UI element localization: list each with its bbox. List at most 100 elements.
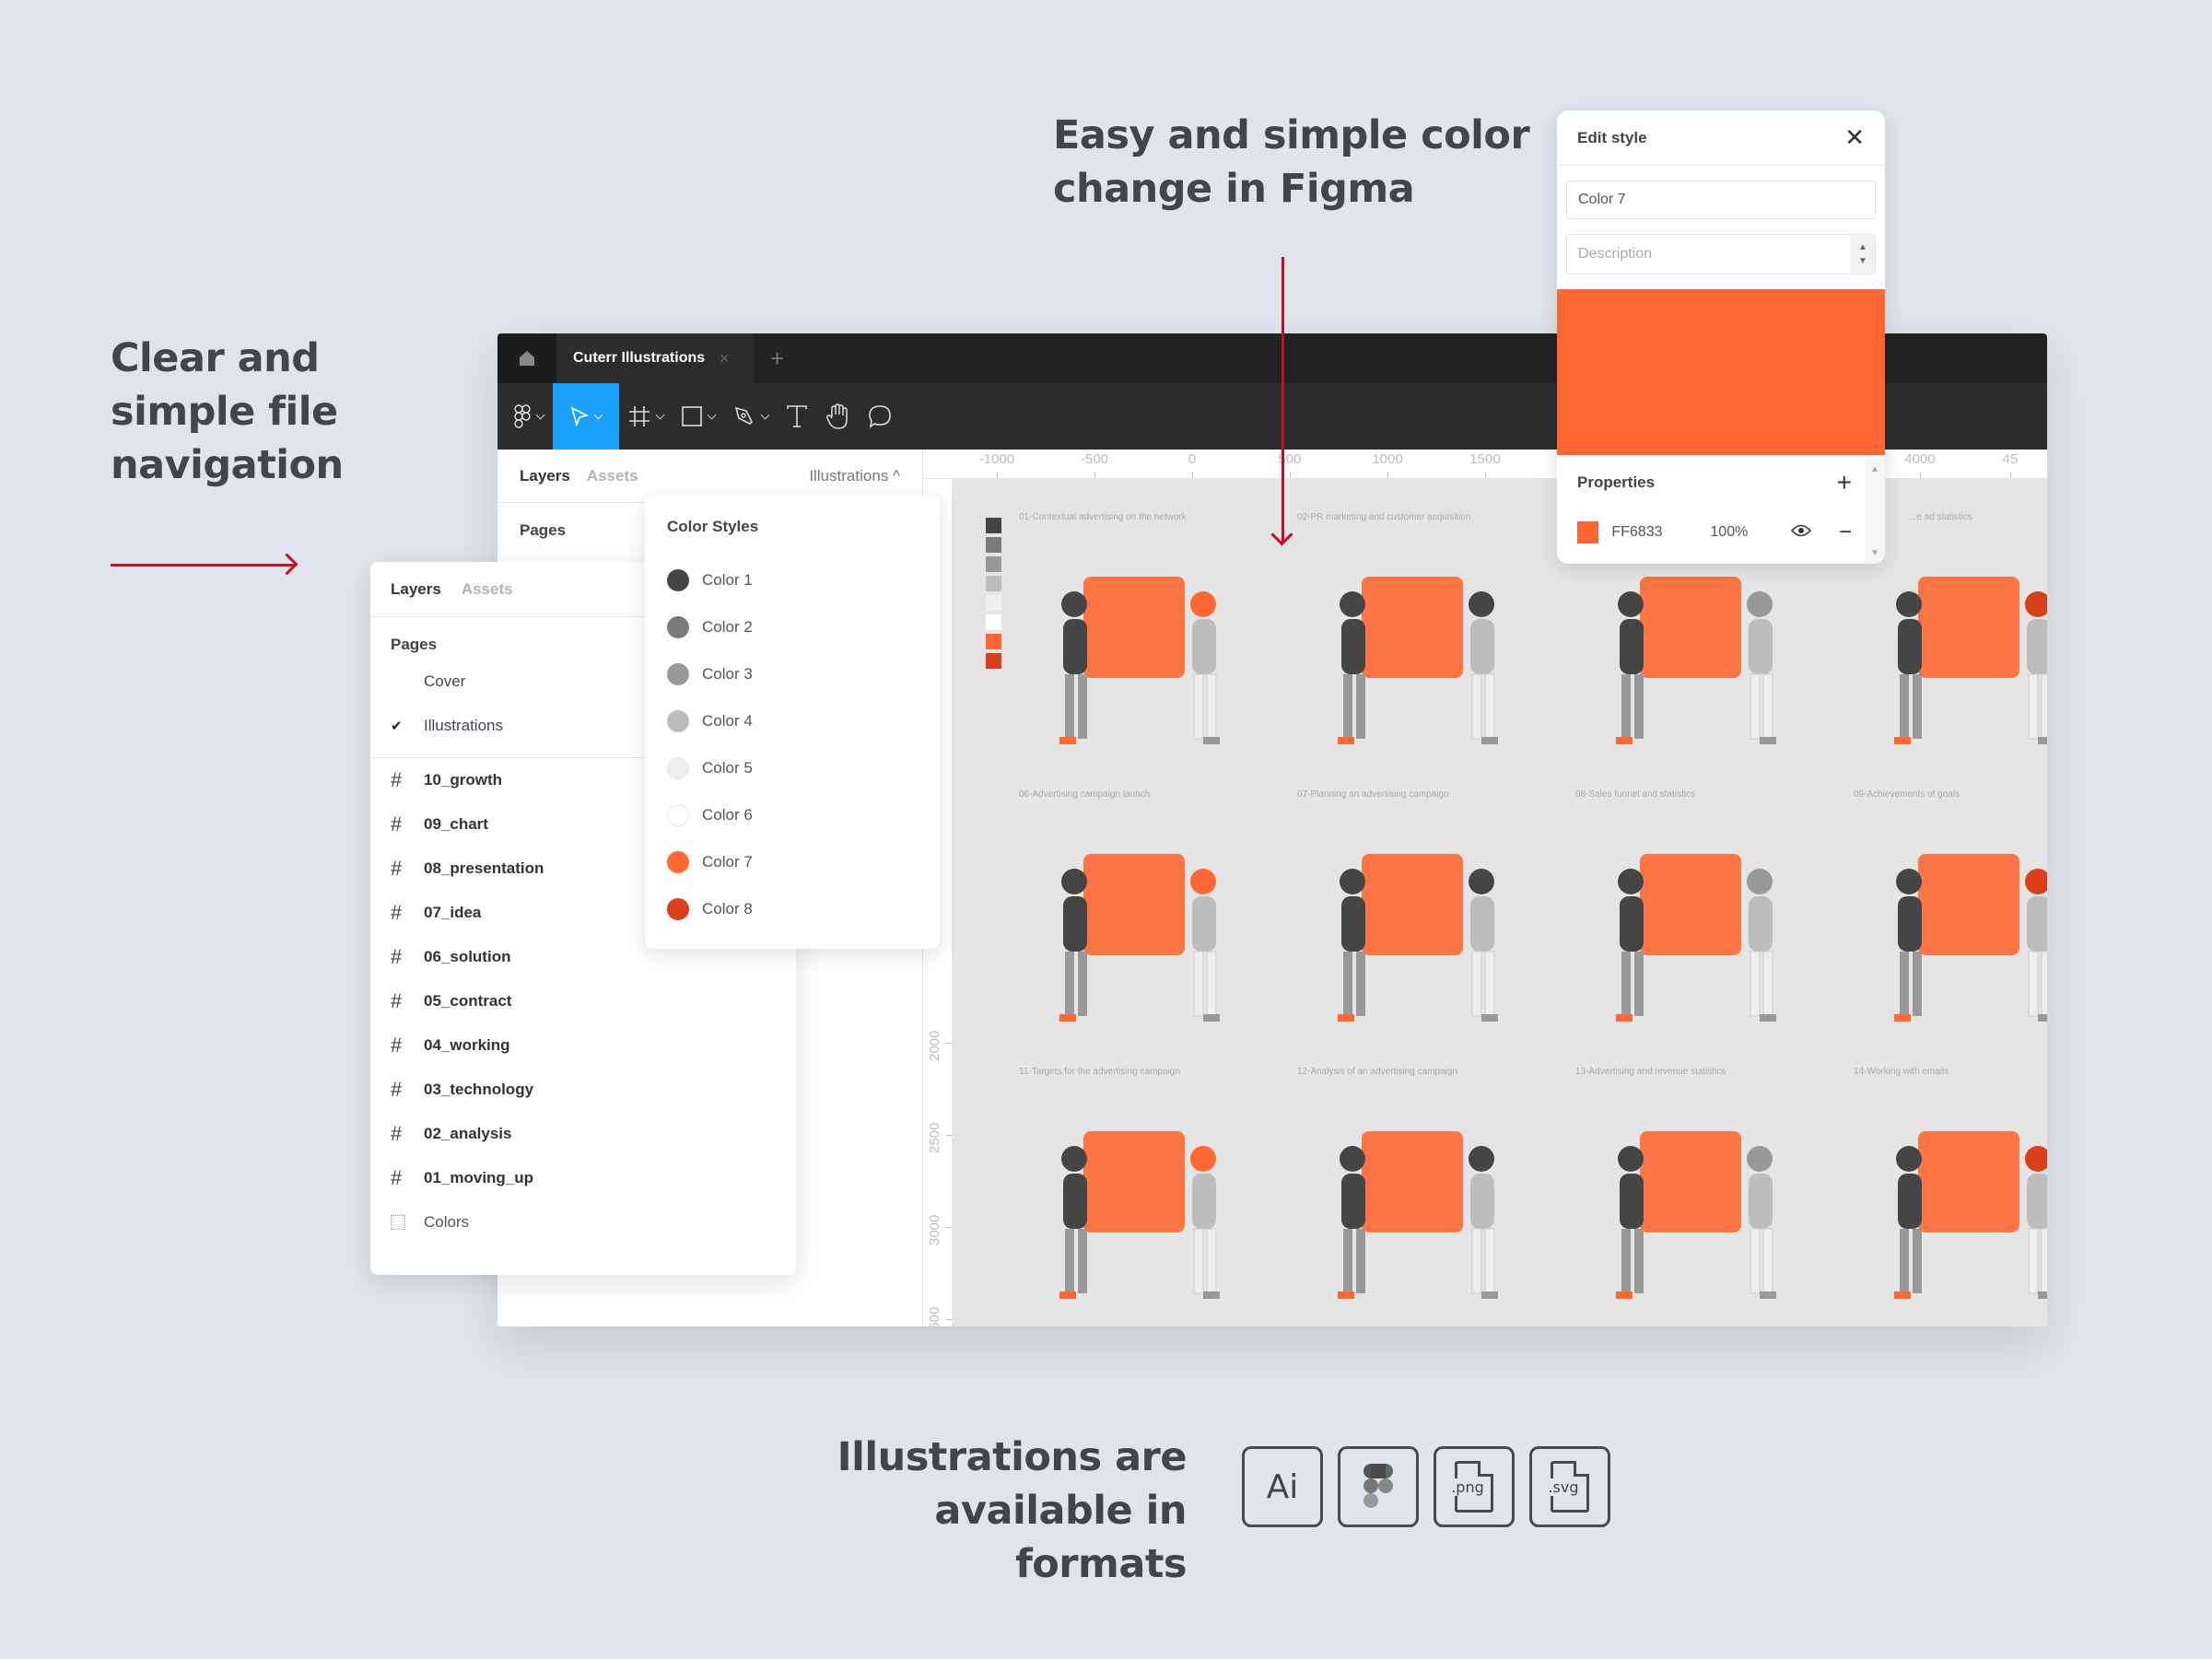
illustration-frame[interactable] [1019,1094,1268,1315]
illustration-frame[interactable] [1297,1094,1546,1315]
page-label: Illustrations [424,717,503,734]
color-style-label: Color 3 [702,664,753,683]
color-style-item[interactable]: Color 4 [667,697,940,744]
new-tab-button[interactable]: + [770,345,784,373]
color-style-label: Color 1 [702,570,753,589]
edit-style-dialog: Edit style ✕ Color 7 Description ▲ ▼ Pro… [1557,111,1885,564]
layer-item-colors[interactable]: Colors [370,1200,796,1244]
style-name-input[interactable]: Color 7 [1566,181,1876,219]
page-label: Cover [424,672,466,690]
color-style-item[interactable]: Color 8 [667,885,940,932]
layer-item[interactable]: #05_contract [370,979,796,1023]
move-tool-button[interactable] [553,383,619,450]
eye-icon[interactable] [1790,524,1812,542]
layer-label: 03_technology [424,1081,534,1098]
fill-hex-value[interactable]: FF6833 [1611,524,1710,541]
color-swatch-icon [667,850,689,873]
layer-label: Colors [424,1213,470,1231]
headline-line: navigation [111,442,344,488]
fill-opacity-value[interactable]: 100% [1710,524,1791,541]
text-tool-button[interactable] [778,383,816,450]
color-style-item[interactable]: Color 3 [667,650,940,697]
color-styles-popup: Color Styles Color 1 Color 2 Color 3 Color … [645,496,940,949]
illustration-frame[interactable] [1019,817,1268,1038]
color-style-item[interactable]: Color 2 [667,603,940,650]
layer-item[interactable]: #03_technology [370,1068,796,1112]
headline-line: Illustrations are [837,1434,1188,1480]
illustration-icon [1616,577,1776,744]
frame-tool-button[interactable] [619,383,673,450]
color-preview[interactable] [1557,289,1885,455]
file-tab[interactable]: Cuterr Illustrations × [556,333,754,383]
illustration-frame[interactable] [1854,1094,2047,1315]
color-style-item[interactable]: Color 1 [667,556,940,603]
illustration-frame[interactable] [1575,540,1824,761]
illustration-frame[interactable] [1297,817,1546,1038]
dialog-title: Edit style [1577,128,1647,146]
description-stepper[interactable]: ▲ ▼ [1851,235,1875,274]
canvas[interactable]: 01-Contextual advertising on the network… [953,479,2047,1326]
tab-assets[interactable]: Assets [462,580,513,599]
illustration-frame[interactable] [1854,540,2047,761]
home-button[interactable] [497,333,556,383]
tab-assets[interactable]: Assets [587,467,638,485]
layer-label: 04_working [424,1036,510,1054]
illustration-icon [1616,854,1776,1022]
illustration-icon [1059,577,1220,744]
illustration-frame[interactable] [1575,1094,1824,1315]
scroll-down-icon[interactable]: ▼ [1870,548,1879,558]
layer-label: 02_analysis [424,1125,512,1142]
close-icon[interactable]: ✕ [1844,123,1865,152]
cursor-icon [570,406,589,426]
scroll-up-icon[interactable]: ▲ [1870,464,1879,474]
color-palette [986,518,1001,669]
pen-tool-button[interactable] [724,383,778,450]
palette-swatch [986,556,1001,572]
fill-swatch[interactable] [1577,521,1599,543]
color-style-label: Color 4 [702,711,753,730]
illustration-icon [1059,854,1220,1022]
color-style-item[interactable]: Color 7 [667,838,940,885]
color-style-item[interactable]: Color 6 [667,791,940,838]
tab-layers[interactable]: Layers [391,580,441,599]
illustration-frame[interactable] [1019,540,1268,761]
color-style-item[interactable]: Color 5 [667,744,940,791]
scrollbar[interactable]: ▲ ▼ [1865,459,1885,564]
spin-down-icon[interactable]: ▼ [1858,256,1867,266]
arrow-down-icon [1282,257,1284,543]
headline-formats: Illustrations are available in formats [792,1431,1188,1591]
illustration-frame[interactable] [1297,540,1546,761]
page-selector[interactable]: Illustrations ^ [809,467,900,485]
ruler-tick-label: 0 [1188,451,1197,467]
hand-tool-button[interactable] [816,383,859,450]
rectangle-tool-button[interactable] [673,383,724,450]
remove-fill-icon[interactable]: − [1839,520,1852,545]
comment-tool-button[interactable] [859,383,901,450]
frame-icon: # [391,812,403,835]
frame-icon: # [391,1122,403,1145]
description-input[interactable]: Description ▲ ▼ [1566,234,1876,275]
illustration-frame[interactable] [1575,817,1824,1038]
tab-layers[interactable]: Layers [520,467,570,485]
spin-up-icon[interactable]: ▲ [1858,242,1867,252]
document-icon: .png [1449,1461,1493,1513]
ruler-tick [946,1135,952,1136]
layer-item[interactable]: #02_analysis [370,1112,796,1156]
chevron-down-icon [760,410,770,419]
color-style-list: Color 1 Color 2 Color 3 Color 4 Color 5 Color… [667,556,940,932]
frame-title: 06-Advertising campaign launch [1019,789,1151,800]
illustration-icon [1338,577,1498,744]
format-label: .svg [1546,1478,1581,1496]
close-tab-icon[interactable]: × [720,349,730,368]
add-fill-icon[interactable]: + [1837,468,1852,497]
figma-menu-button[interactable] [497,383,553,450]
illustration-frame[interactable] [1854,817,2047,1038]
home-icon [520,351,534,366]
layer-item[interactable]: #04_working [370,1023,796,1068]
color-swatch-icon [667,615,689,638]
color-swatch-icon [667,709,689,732]
layer-item[interactable]: #01_moving_up [370,1156,796,1200]
figma-logo-icon [514,404,531,428]
ruler-tick [1920,473,1921,478]
illustration-icon [1059,1131,1220,1299]
